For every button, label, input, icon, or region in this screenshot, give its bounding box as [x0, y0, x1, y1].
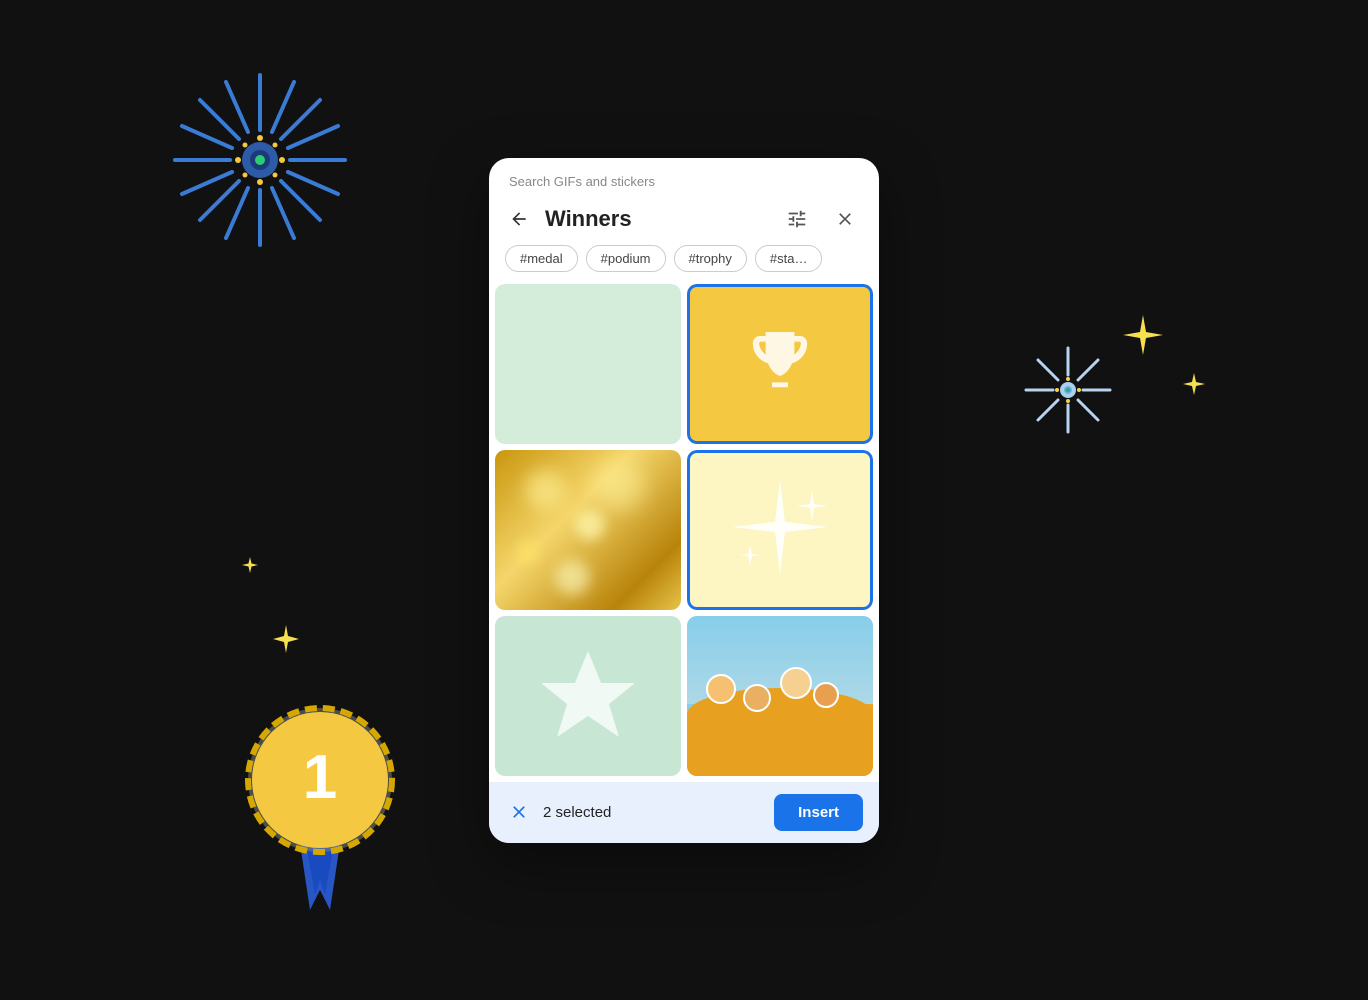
grid-item-5[interactable] [495, 616, 681, 776]
dialog-title: Winners [545, 206, 771, 232]
tag-sta[interactable]: #sta… [755, 245, 823, 272]
grid-item-4[interactable] [687, 450, 873, 610]
back-button[interactable] [501, 201, 537, 237]
bottom-bar: 2 selected Insert [489, 782, 879, 843]
selected-count: 2 selected [543, 804, 764, 821]
sparkle-deco-2 [1180, 370, 1208, 403]
grid-item-6[interactable] [687, 616, 873, 776]
tags-row: #medal #podium #trophy #sta… [489, 245, 879, 284]
sparkle-deco-1 [1118, 310, 1168, 365]
blue-starburst-deco [160, 60, 360, 260]
svg-text:1: 1 [303, 743, 337, 812]
tag-podium[interactable]: #podium [586, 245, 666, 272]
grid-item-1[interactable] [495, 284, 681, 444]
filter-button[interactable] [779, 201, 815, 237]
sparkle-deco-4 [240, 555, 260, 580]
grid-item-3[interactable] [495, 450, 681, 610]
grid-item-2[interactable] [687, 284, 873, 444]
close-button[interactable] [827, 201, 863, 237]
small-starburst-deco [1018, 340, 1118, 440]
scene: 1 Search GIFs and stickers Winners [0, 0, 1368, 1000]
gif-grid [489, 284, 879, 782]
medal-deco: 1 [220, 680, 420, 900]
clear-selection-button[interactable] [505, 798, 533, 826]
dialog-header: Winners [489, 193, 879, 245]
tag-medal[interactable]: #medal [505, 245, 578, 272]
search-hint: Search GIFs and stickers [489, 158, 879, 193]
tag-trophy[interactable]: #trophy [674, 245, 747, 272]
gif-search-dialog: Search GIFs and stickers Winners [489, 158, 879, 843]
insert-button[interactable]: Insert [774, 794, 863, 831]
sparkle-deco-3 [270, 623, 302, 660]
